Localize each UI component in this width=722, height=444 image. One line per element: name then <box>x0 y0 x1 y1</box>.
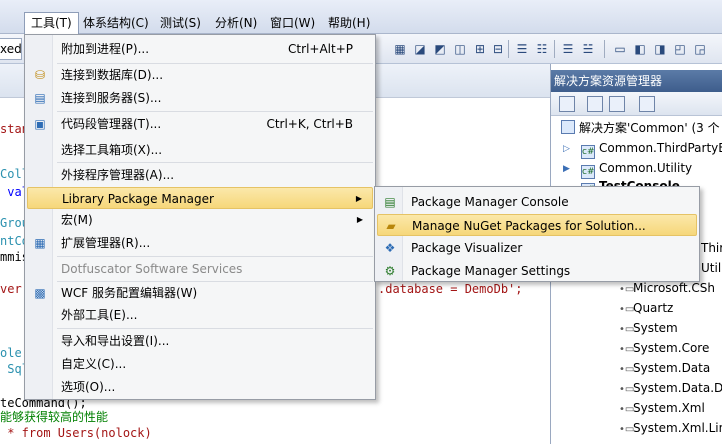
code-line: ver <box>0 282 22 296</box>
menu-separator <box>57 111 373 112</box>
menu-window[interactable]: 窗口(W) <box>264 13 321 34</box>
code-line: .database = DemoDb'; <box>378 282 523 296</box>
menu-item-import-export[interactable]: 导入和导出设置(I)... <box>27 330 373 352</box>
toolbar-separator <box>604 40 605 58</box>
toolbar-icon-15[interactable]: ◲ <box>692 41 708 57</box>
csharp-project-icon: c# <box>581 145 595 159</box>
package-manager-submenu: ▤ Package Manager Console ▰ Manage NuGet… <box>374 186 700 282</box>
menu-bar: 工具(T) 体系结构(C) 测试(S) 分析(N) 窗口(W) 帮助(H) <box>0 0 722 35</box>
menu-item-package-visualizer[interactable]: ❖ Package Visualizer <box>377 237 697 259</box>
menu-item-package-settings[interactable]: ⚙ Package Manager Settings <box>377 260 697 282</box>
reference-icon: •▭ <box>619 424 635 435</box>
tree-solution[interactable]: 解决方案'Common' (3 个 <box>561 118 720 138</box>
menu-analyze[interactable]: 分析(N) <box>209 13 263 34</box>
tree-reference-partial[interactable]: Third <box>701 238 722 258</box>
nuget-package-icon: ▰ <box>386 219 396 233</box>
tree-reference[interactable]: •▭Quartz <box>619 298 673 318</box>
extension-manager-icon: ▦ <box>34 236 46 250</box>
settings-icon: ⚙ <box>384 264 396 278</box>
menu-item-wcf-config[interactable]: ▩ WCF 服务配置编辑器(W) <box>27 282 373 304</box>
submenu-arrow-icon: ▶ <box>356 215 363 224</box>
visualizer-icon: ❖ <box>384 241 396 255</box>
menu-separator <box>57 328 373 329</box>
menu-item-snippet-manager[interactable]: ▣ 代码段管理器(T)... Ctrl+K, Ctrl+B <box>27 113 373 135</box>
submenu-arrow-icon: ▶ <box>355 194 362 203</box>
menu-architecture[interactable]: 体系结构(C) <box>77 13 155 34</box>
toolbar-icon-2[interactable]: ◪ <box>412 41 428 57</box>
properties-icon[interactable] <box>559 96 575 112</box>
reference-icon: •▭ <box>619 324 635 335</box>
toolbar-icon-3[interactable]: ◩ <box>432 41 448 57</box>
console-icon: ▤ <box>384 195 396 209</box>
tree-reference[interactable]: •▭System.Data <box>619 358 710 378</box>
toolbar-icon-7[interactable]: ☰ <box>514 41 530 57</box>
menu-item-addin-manager[interactable]: 外接程序管理器(A)... <box>27 164 373 186</box>
toolbar-icon-1[interactable]: ▦ <box>392 41 408 57</box>
tree-reference[interactable]: •▭System <box>619 318 678 338</box>
menu-item-manage-nuget[interactable]: ▰ Manage NuGet Packages for Solution... <box>377 214 697 236</box>
menu-item-library-package-manager[interactable]: Library Package Manager ▶ <box>27 187 373 209</box>
menu-item-package-manager-console[interactable]: ▤ Package Manager Console <box>377 191 697 213</box>
reference-icon: •▭ <box>619 304 635 315</box>
menu-item-customize[interactable]: 自定义(C)... <box>27 353 373 375</box>
show-all-files-icon[interactable] <box>587 96 603 112</box>
tree-reference[interactable]: •▭System.Xml <box>619 398 705 418</box>
expand-arrow-icon[interactable]: ▷ <box>563 144 570 154</box>
menu-item-extension-manager[interactable]: ▦ 扩展管理器(R)... <box>27 232 373 254</box>
tree-reference[interactable]: •▭System.Core <box>619 338 709 358</box>
wcf-config-icon: ▩ <box>34 286 46 300</box>
menu-item-connect-database[interactable]: ⛁ 连接到数据库(D)... <box>27 64 373 86</box>
toolbar-icon-13[interactable]: ◨ <box>652 41 668 57</box>
menu-item-dotfuscator[interactable]: Dotfuscator Software Services <box>27 258 373 280</box>
solution-icon <box>561 120 575 134</box>
reference-icon: •▭ <box>619 344 635 355</box>
menu-item-choose-toolbox[interactable]: 选择工具箱项(X)... <box>27 139 373 161</box>
menu-item-macros[interactable]: 宏(M) ▶ <box>27 209 373 231</box>
menu-item-connect-server[interactable]: ▤ 连接到服务器(S)... <box>27 87 373 109</box>
toolbar-icon-6[interactable]: ⊟ <box>490 41 506 57</box>
code-line: * from Users(nolock) <box>0 426 152 440</box>
tree-reference-partial[interactable]: Utilit <box>701 258 722 278</box>
code-line: 能够获得较高的性能 <box>0 410 109 424</box>
tree-reference[interactable]: •▭System.Data.D <box>619 378 722 398</box>
refresh-icon[interactable] <box>609 96 625 112</box>
reference-icon: •▭ <box>619 284 635 295</box>
menu-item-attach-process[interactable]: 附加到进程(P)... Ctrl+Alt+P <box>27 38 373 60</box>
connect-database-icon: ⛁ <box>34 68 46 82</box>
attach-process-icon <box>32 41 48 57</box>
menu-separator <box>57 256 373 257</box>
menu-item-external-tools[interactable]: 外部工具(E)... <box>27 304 373 326</box>
menu-help[interactable]: 帮助(H) <box>322 13 376 34</box>
solution-explorer-toolbar <box>551 92 722 116</box>
menu-test[interactable]: 测试(S) <box>154 13 207 34</box>
view-code-icon[interactable] <box>639 96 655 112</box>
toolbar-separator <box>508 40 509 58</box>
reference-icon: •▭ <box>619 364 635 375</box>
toolbar-icon-10[interactable]: ☱ <box>580 41 596 57</box>
toolbar-icon-9[interactable]: ☰ <box>560 41 576 57</box>
tools-menu: 附加到进程(P)... Ctrl+Alt+P ⛁ 连接到数据库(D)... ▤ … <box>24 34 376 400</box>
toolbar-icon-4[interactable]: ◫ <box>452 41 468 57</box>
menu-separator <box>57 162 373 163</box>
connect-server-icon: ▤ <box>34 91 46 105</box>
toolbar-icon-12[interactable]: ◧ <box>632 41 648 57</box>
solution-explorer-title: 解决方案资源管理器 <box>551 70 722 92</box>
toolbar-icon-14[interactable]: ◰ <box>672 41 688 57</box>
menu-tools[interactable]: 工具(T) <box>24 12 79 35</box>
toolbar-icon-5[interactable]: ⊞ <box>472 41 488 57</box>
toolbar-icon-11[interactable]: ▭ <box>612 41 628 57</box>
solution-config-dropdown[interactable]: xed <box>0 38 22 60</box>
reference-icon: •▭ <box>619 384 635 395</box>
toolbar-icon-8[interactable]: ☷ <box>534 41 550 57</box>
tree-reference[interactable]: •▭System.Xml.Lin <box>619 418 722 438</box>
tree-project[interactable]: c# Common.Utility <box>581 158 692 179</box>
menu-item-options[interactable]: 选项(O)... <box>27 376 373 398</box>
reference-icon: •▭ <box>619 404 635 415</box>
toolbar-separator <box>554 40 555 58</box>
tree-project[interactable]: c# Common.ThirdPartyE <box>581 138 722 159</box>
expand-arrow-icon[interactable]: ▶ <box>563 164 570 174</box>
snippet-manager-icon: ▣ <box>34 117 46 131</box>
